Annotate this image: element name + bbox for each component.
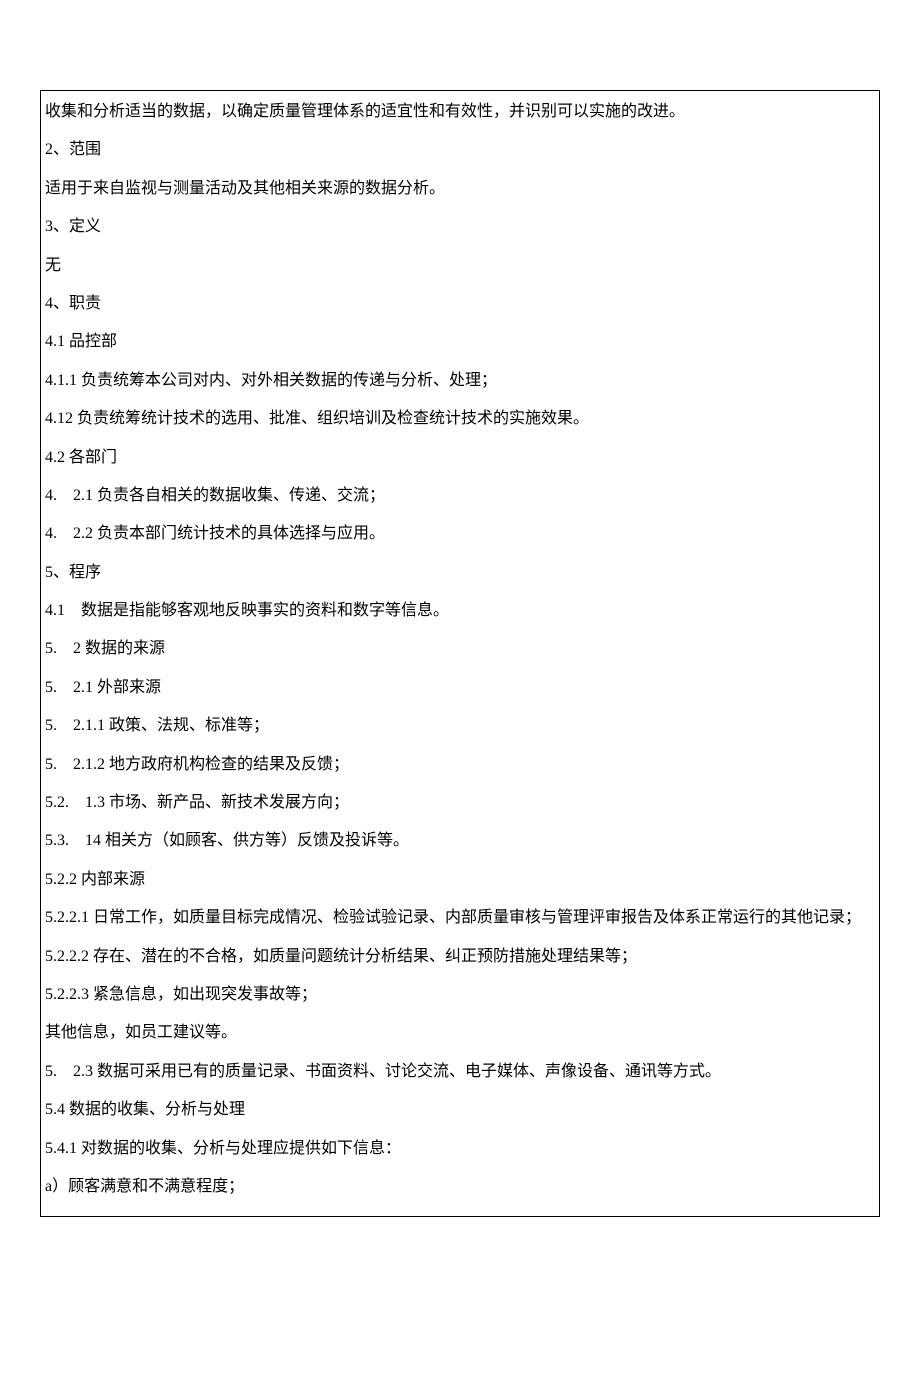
item-5-4-1: 5.4.1 对数据的收集、分析与处理应提供如下信息： [45, 1130, 875, 1168]
item-4-1-data: 4.1 数据是指能够客观地反映事实的资料和数字等信息。 [45, 592, 875, 630]
item-4-2-1: 4. 2.1 负责各自相关的数据收集、传递、交流； [45, 477, 875, 515]
section-definition-body: 无 [45, 247, 875, 285]
item-4-2-2: 4. 2.2 负责本部门统计技术的具体选择与应用。 [45, 515, 875, 553]
item-5-2-2-3: 5.2.2.3 紧急信息，如出现突发事故等； [45, 976, 875, 1014]
item-4-2: 4.2 各部门 [45, 439, 875, 477]
item-5-2-1-2: 5. 2.1.2 地方政府机构检查的结果及反馈； [45, 746, 875, 784]
paragraph-intro: 收集和分析适当的数据，以确定质量管理体系的适宜性和有效性，并识别可以实施的改进。 [45, 93, 875, 131]
section-scope-title: 2、范围 [45, 131, 875, 169]
item-5-2-3: 5. 2.3 数据可采用已有的质量记录、书面资料、讨论交流、电子媒体、声像设备、… [45, 1053, 875, 1091]
item-a: a）顾客满意和不满意程度； [45, 1168, 875, 1206]
item-4-1-1: 4.1.1 负责统筹本公司对内、对外相关数据的传递与分析、处理； [45, 362, 875, 400]
item-5-4: 5.4 数据的收集、分析与处理 [45, 1091, 875, 1129]
item-5-3-14: 5.3. 14 相关方（如顾客、供方等）反馈及投诉等。 [45, 822, 875, 860]
item-5-2: 5. 2 数据的来源 [45, 630, 875, 668]
item-5-2-1-3: 5.2. 1.3 市场、新产品、新技术发展方向； [45, 784, 875, 822]
item-other-info: 其他信息，如员工建议等。 [45, 1014, 875, 1052]
item-4-1: 4.1 品控部 [45, 323, 875, 361]
section-definition-title: 3、定义 [45, 208, 875, 246]
item-4-12: 4.12 负责统筹统计技术的选用、批准、组织培训及检查统计技术的实施效果。 [45, 400, 875, 438]
section-procedure-title: 5、程序 [45, 554, 875, 592]
section-responsibility-title: 4、职责 [45, 285, 875, 323]
item-5-2-2: 5.2.2 内部来源 [45, 861, 875, 899]
item-5-2-2-1: 5.2.2.1 日常工作，如质量目标完成情况、检验试验记录、内部质量审核与管理评… [45, 899, 875, 937]
item-5-2-1: 5. 2.1 外部来源 [45, 669, 875, 707]
section-scope-body: 适用于来自监视与测量活动及其他相关来源的数据分析。 [45, 170, 875, 208]
document-container: 收集和分析适当的数据，以确定质量管理体系的适宜性和有效性，并识别可以实施的改进。… [40, 90, 880, 1217]
item-5-2-1-1: 5. 2.1.1 政策、法规、标准等； [45, 707, 875, 745]
item-5-2-2-2: 5.2.2.2 存在、潜在的不合格，如质量问题统计分析结果、纠正预防措施处理结果… [45, 938, 875, 976]
